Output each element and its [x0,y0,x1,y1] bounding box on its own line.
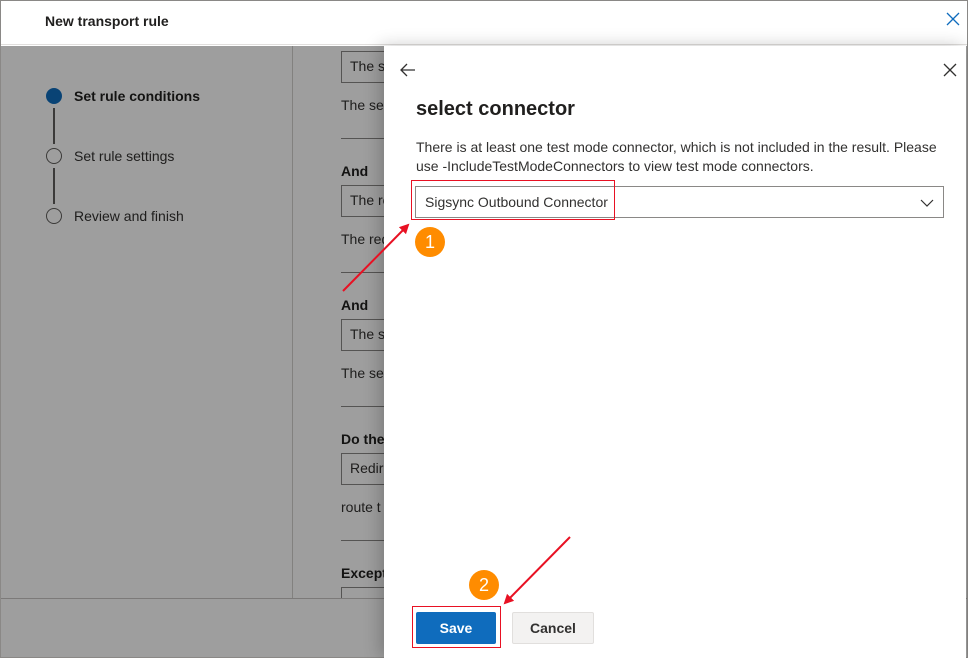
panel-title: select connector [416,98,575,120]
chevron-down-icon [920,199,934,207]
cancel-button[interactable]: Cancel [512,612,594,644]
close-icon[interactable] [945,11,961,27]
title-bar: New transport rule [1,1,967,45]
highlight-save-button [412,606,501,648]
window-title: New transport rule [45,13,169,29]
highlight-connector-dropdown [411,180,615,220]
step-badge-1: 1 [415,227,445,257]
panel-description: There is at least one test mode connecto… [416,139,937,174]
select-connector-panel: select connector There is at least one t… [384,46,966,658]
back-arrow-icon[interactable] [398,60,418,80]
step-badge-2: 2 [469,570,499,600]
close-icon[interactable] [942,62,958,78]
